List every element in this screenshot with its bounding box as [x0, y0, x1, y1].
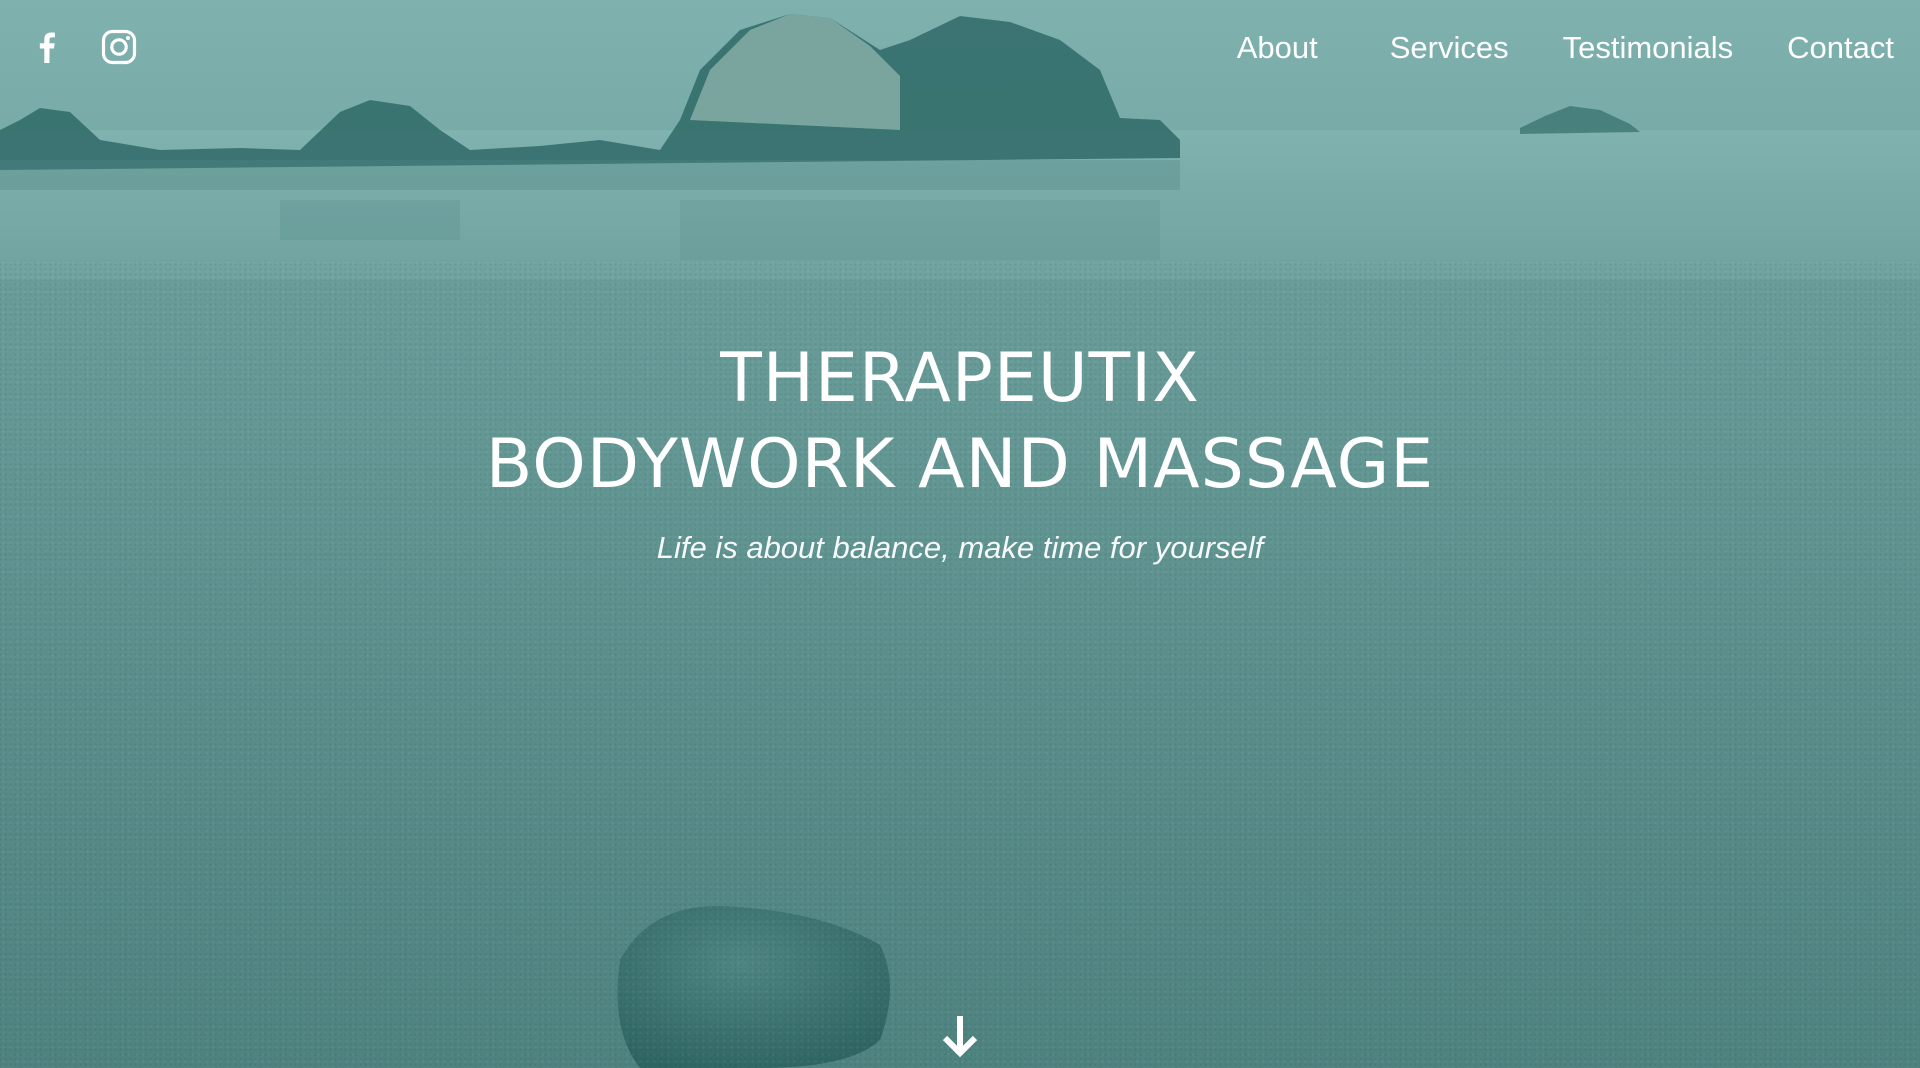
main-nav: About Services Testimonials Contact	[1237, 30, 1894, 66]
title-line-brand: THERAPEUTIX	[720, 339, 1200, 418]
hero-tagline: Life is about balance, make time for you…	[656, 530, 1264, 565]
title-line-subtitle: BODYWORK AND MASSAGE	[485, 425, 1435, 504]
nav-about[interactable]: About	[1237, 30, 1318, 66]
page-title: THERAPEUTIX BODYWORK AND MASSAGE	[0, 336, 1920, 508]
social-links	[28, 28, 138, 66]
nav-services[interactable]: Services	[1390, 30, 1509, 66]
instagram-icon[interactable]	[100, 28, 138, 66]
facebook-icon[interactable]	[28, 28, 66, 66]
hero-section: About Services Testimonials Contact THER…	[0, 0, 1920, 1068]
arrow-down-icon[interactable]	[937, 1012, 983, 1058]
nav-testimonials[interactable]: Testimonials	[1563, 30, 1734, 66]
nav-contact[interactable]: Contact	[1787, 30, 1894, 66]
